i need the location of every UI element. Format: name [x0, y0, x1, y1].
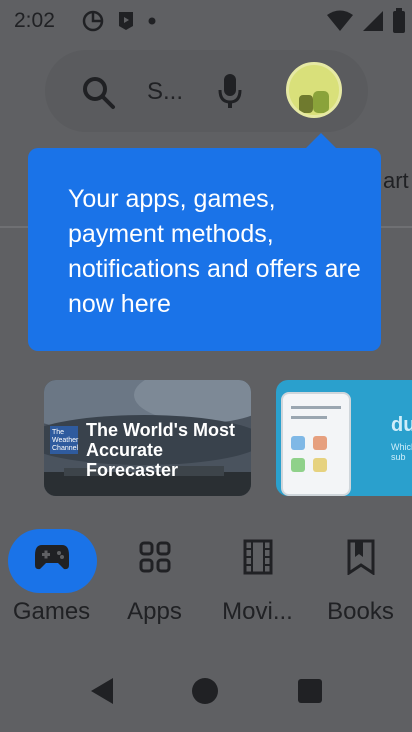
- account-tooltip[interactable]: Your apps, games, payment methods, notif…: [28, 148, 381, 351]
- movie-film-icon: [243, 539, 273, 575]
- notification-dot-icon: [148, 17, 156, 25]
- phone-tile: [313, 436, 327, 450]
- phone-tile: [291, 458, 305, 472]
- tooltip-arrow: [305, 133, 337, 149]
- back-icon[interactable]: [89, 676, 115, 706]
- signal-icon: [363, 11, 383, 31]
- system-navigation-bar: [0, 650, 412, 732]
- google-photos-icon: [82, 10, 104, 32]
- weather-channel-logo: The Weather Channel: [50, 426, 78, 454]
- tab-partial[interactable]: art: [383, 168, 409, 194]
- nav-games[interactable]: Games: [0, 508, 103, 650]
- nav-books[interactable]: Books: [309, 508, 412, 650]
- card-title: The World's Most Accurate Forecaster: [86, 420, 235, 480]
- account-avatar[interactable]: [286, 62, 342, 118]
- nav-apps[interactable]: Apps: [103, 508, 206, 650]
- promo-card-weather[interactable]: The Weather Channel The World's Most Acc…: [44, 380, 251, 496]
- nav-label: Books: [327, 598, 394, 625]
- card-subtitle: Which sub: [391, 442, 412, 462]
- search-input[interactable]: S...: [147, 78, 183, 106]
- search-icon[interactable]: [82, 76, 116, 110]
- status-bar: 2:02: [0, 0, 412, 44]
- phone-tile: [313, 458, 327, 472]
- status-time: 2:02: [14, 9, 55, 32]
- battery-icon: [393, 8, 405, 33]
- recents-icon[interactable]: [297, 678, 323, 704]
- apps-grid-icon: [139, 541, 171, 573]
- avatar-shape: [313, 91, 329, 113]
- promo-card-duolingo[interactable]: du Which sub: [276, 380, 412, 496]
- gamepad-icon: [35, 545, 69, 570]
- status-notification-icons: [82, 10, 156, 32]
- nav-label: Games: [12, 598, 91, 625]
- bottom-navigation: Games Apps Movi... Books: [0, 508, 412, 650]
- wifi-icon: [327, 10, 353, 31]
- tooltip-message: Your apps, games, payment methods, notif…: [68, 185, 361, 318]
- phone-line: [291, 416, 327, 419]
- youtube-icon: [119, 12, 133, 30]
- status-system-icons: [326, 8, 406, 34]
- mic-icon[interactable]: [218, 72, 242, 110]
- avatar-shape: [299, 95, 313, 113]
- card-brand: du: [391, 414, 412, 436]
- home-icon[interactable]: [191, 677, 219, 705]
- bookmark-icon: [347, 539, 375, 575]
- nav-label: Apps: [127, 598, 182, 625]
- nav-movies[interactable]: Movi...: [206, 508, 309, 650]
- phone-line: [291, 406, 341, 409]
- phone-tile: [291, 436, 305, 450]
- nav-label: Movi...: [222, 598, 293, 625]
- phone-mockup: [281, 392, 351, 496]
